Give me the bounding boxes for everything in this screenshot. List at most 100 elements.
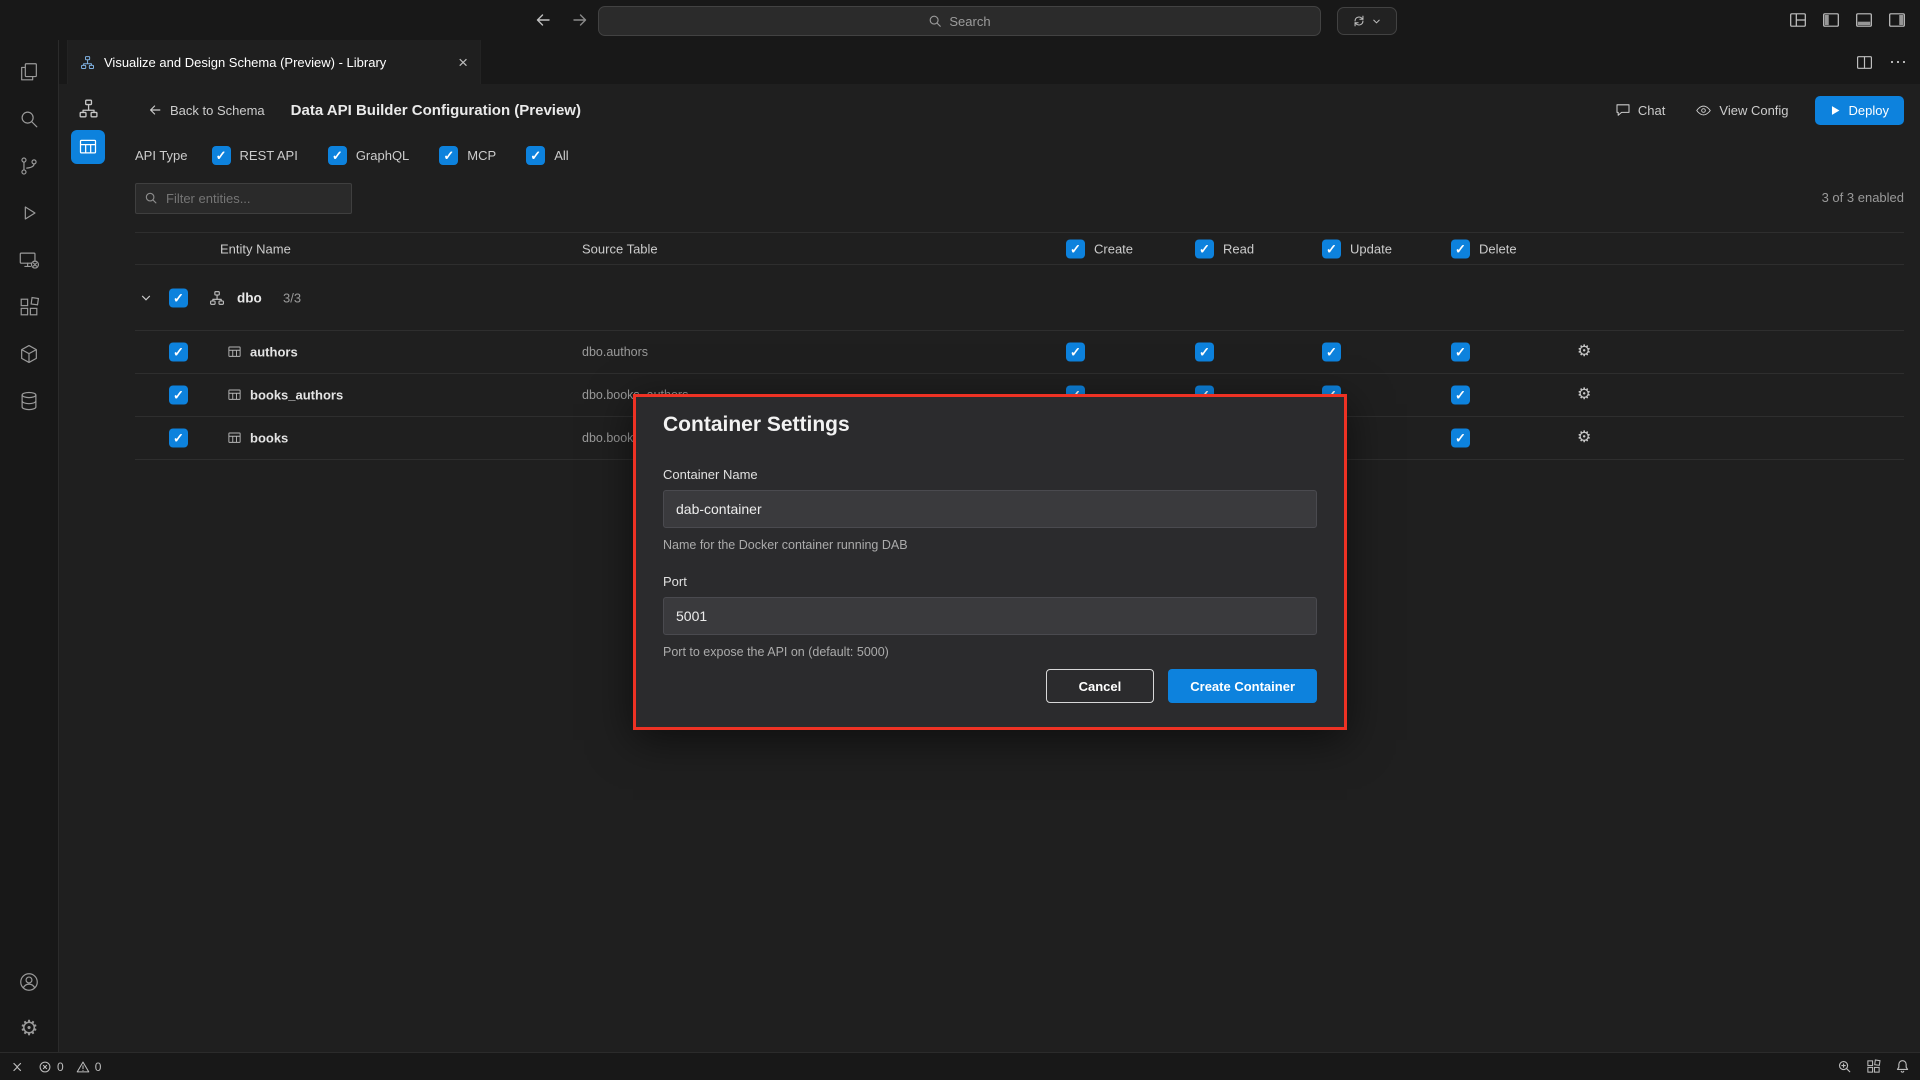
- layout-switch-dropdown[interactable]: [1337, 7, 1397, 35]
- editor-tab-bar: Visualize and Design Schema (Preview) - …: [59, 40, 1920, 85]
- api-option-rest[interactable]: ✓ REST API: [212, 146, 298, 165]
- forward-arrow-icon[interactable]: [570, 10, 590, 30]
- create-checkbox[interactable]: ✓: [1066, 343, 1085, 362]
- delete-checkbox[interactable]: ✓: [1451, 343, 1470, 362]
- customize-layout-icon[interactable]: [1789, 11, 1807, 29]
- remote-chevrons-icon: [10, 1060, 24, 1074]
- filter-entities-input[interactable]: [135, 183, 352, 214]
- all-checkbox[interactable]: ✓: [526, 146, 545, 165]
- remote-indicator[interactable]: [10, 1060, 24, 1074]
- group-checkbox[interactable]: ✓: [169, 288, 188, 307]
- entity-name: books: [250, 431, 288, 446]
- delete-checkbox[interactable]: ✓: [1451, 386, 1470, 405]
- read-checkbox[interactable]: ✓: [1195, 343, 1214, 362]
- entity-name: books_authors: [250, 388, 343, 403]
- create-column-header: ✓ Create: [1066, 239, 1133, 258]
- chat-button[interactable]: Chat: [1615, 102, 1665, 118]
- port-label: Port: [663, 574, 1317, 589]
- tab-label: Visualize and Design Schema (Preview) - …: [104, 55, 445, 70]
- dialog-buttons: Cancel Create Container: [663, 669, 1317, 703]
- page-title: Data API Builder Configuration (Preview): [291, 102, 581, 119]
- chevron-down-icon: [1371, 16, 1382, 27]
- split-editor-icon[interactable]: [1856, 54, 1873, 71]
- toggle-primary-sidebar-icon[interactable]: [1822, 11, 1840, 29]
- schema-icon: [209, 290, 225, 306]
- toggle-panel-icon[interactable]: [1855, 11, 1873, 29]
- group-name: dbo: [237, 290, 262, 305]
- api-type-label: API Type: [135, 148, 188, 163]
- tab-actions: ⋯: [1856, 40, 1908, 84]
- row-settings-gear-icon[interactable]: ⚙: [1577, 387, 1591, 403]
- row-settings-gear-icon[interactable]: ⚙: [1577, 430, 1591, 446]
- dialog-title: Container Settings: [663, 413, 1317, 437]
- port-help: Port to expose the API on (default: 5000…: [663, 645, 1317, 659]
- view-config-button[interactable]: View Config: [1695, 102, 1788, 119]
- database-icon[interactable]: [5, 377, 53, 424]
- update-all-checkbox[interactable]: ✓: [1322, 239, 1341, 258]
- back-to-schema-link[interactable]: Back to Schema: [147, 102, 265, 118]
- zoom-icon[interactable]: [1837, 1059, 1852, 1074]
- back-arrow-icon[interactable]: [533, 10, 553, 30]
- account-icon[interactable]: [5, 958, 53, 1005]
- search-sidebar-icon[interactable]: [5, 95, 53, 142]
- run-debug-icon[interactable]: [5, 189, 53, 236]
- tab-close-icon[interactable]: ×: [458, 54, 468, 71]
- activity-bar: ⚙: [0, 40, 59, 1052]
- titlebar-layout-controls: [1789, 0, 1906, 40]
- mcp-checkbox[interactable]: ✓: [439, 146, 458, 165]
- table-icon: [227, 431, 242, 446]
- delete-checkbox[interactable]: ✓: [1451, 429, 1470, 448]
- graphql-checkbox[interactable]: ✓: [328, 146, 347, 165]
- warning-count: 0: [95, 1060, 102, 1074]
- update-checkbox[interactable]: ✓: [1322, 343, 1341, 362]
- eye-icon: [1695, 102, 1712, 119]
- entity-name-header: Entity Name: [220, 241, 291, 256]
- schema-designer-icon[interactable]: [76, 96, 100, 120]
- source-table: dbo.books: [582, 431, 640, 445]
- remote-explorer-icon[interactable]: [5, 236, 53, 283]
- table-row-authors: ✓ authors dbo.authors ✓ ✓ ✓ ✓ ⚙: [135, 331, 1904, 374]
- more-actions-icon[interactable]: ⋯: [1889, 53, 1908, 71]
- package-cube-icon[interactable]: [5, 330, 53, 377]
- api-option-mcp[interactable]: ✓ MCP: [439, 146, 496, 165]
- toggle-secondary-sidebar-icon[interactable]: [1888, 11, 1906, 29]
- extensions-status-icon[interactable]: [1866, 1059, 1881, 1074]
- api-option-all[interactable]: ✓ All: [526, 146, 568, 165]
- dab-config-view-icon[interactable]: [71, 130, 105, 164]
- delete-all-checkbox[interactable]: ✓: [1451, 239, 1470, 258]
- api-type-filters: API Type ✓ REST API ✓ GraphQL ✓ MCP ✓ Al…: [135, 143, 599, 167]
- create-all-checkbox[interactable]: ✓: [1066, 239, 1085, 258]
- read-all-checkbox[interactable]: ✓: [1195, 239, 1214, 258]
- row-checkbox[interactable]: ✓: [169, 429, 188, 448]
- tab-visualize-design-schema[interactable]: Visualize and Design Schema (Preview) - …: [67, 40, 481, 85]
- port-input[interactable]: [663, 597, 1317, 635]
- bell-icon[interactable]: [1895, 1059, 1910, 1074]
- cancel-button[interactable]: Cancel: [1046, 669, 1155, 703]
- back-arrow-icon: [147, 102, 163, 118]
- rest-api-checkbox[interactable]: ✓: [212, 146, 231, 165]
- chevron-down-icon[interactable]: [139, 291, 153, 305]
- container-name-help: Name for the Docker container running DA…: [663, 538, 1317, 552]
- source-table-header: Source Table: [582, 241, 658, 256]
- deploy-button[interactable]: Deploy: [1815, 96, 1904, 125]
- view-switcher-strip: [59, 84, 117, 1052]
- api-option-graphql[interactable]: ✓ GraphQL: [328, 146, 409, 165]
- row-checkbox[interactable]: ✓: [169, 343, 188, 362]
- settings-gear-icon[interactable]: ⚙: [5, 1005, 53, 1052]
- page-header: Back to Schema Data API Builder Configur…: [147, 94, 1904, 126]
- create-container-button[interactable]: Create Container: [1168, 669, 1317, 703]
- explorer-icon[interactable]: [5, 48, 53, 95]
- container-name-input[interactable]: [663, 490, 1317, 528]
- group-count: 3/3: [283, 290, 301, 305]
- extensions-icon[interactable]: [5, 283, 53, 330]
- play-icon: [1830, 105, 1841, 116]
- schema-group-row[interactable]: ✓ dbo 3/3: [135, 265, 1904, 331]
- source-control-icon[interactable]: [5, 142, 53, 189]
- error-count: 0: [57, 1060, 64, 1074]
- problems-indicator[interactable]: 0 0: [38, 1060, 101, 1074]
- row-checkbox[interactable]: ✓: [169, 386, 188, 405]
- row-settings-gear-icon[interactable]: ⚙: [1577, 344, 1591, 360]
- command-center-search[interactable]: Search: [598, 6, 1321, 36]
- update-column-header: ✓ Update: [1322, 239, 1392, 258]
- entity-name: authors: [250, 345, 298, 360]
